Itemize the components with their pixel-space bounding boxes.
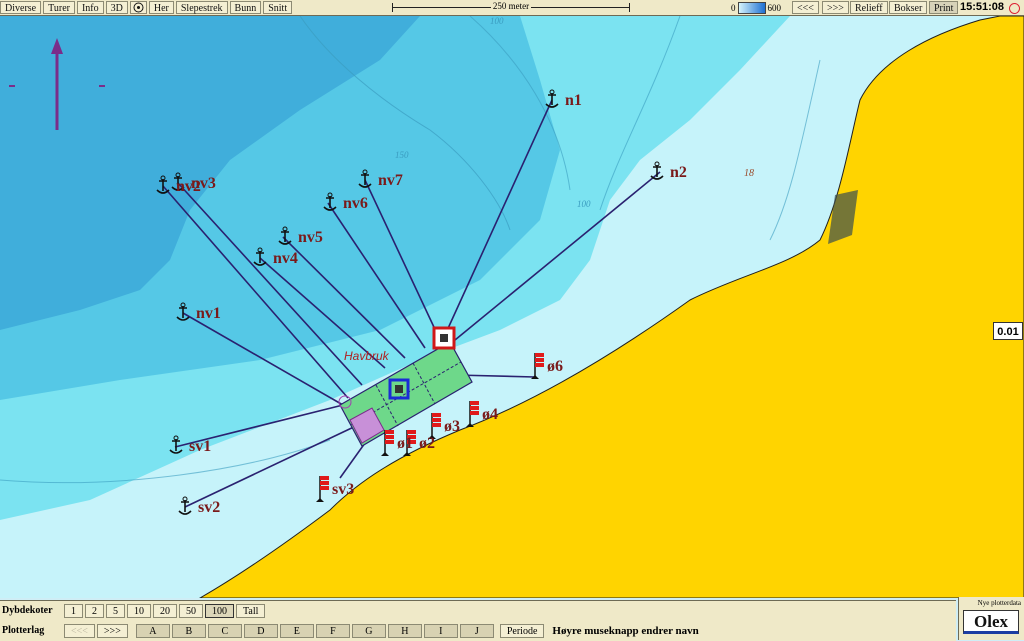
plotter-layer-button[interactable]: I [423, 623, 458, 638]
menu-turer[interactable]: Turer [43, 1, 75, 14]
dybdekote-option[interactable]: 5 [106, 603, 125, 618]
dybdekote-option[interactable]: Tall [236, 603, 266, 618]
plotterlag-prev-button[interactable]: <<< [64, 623, 95, 638]
menu-snitt[interactable]: Snitt [263, 1, 293, 14]
anchor-label: nv4 [273, 250, 298, 267]
nav-forward-button[interactable]: >>> [822, 1, 849, 14]
anchor-label: sv1 [189, 438, 211, 455]
chart-map[interactable]: n1n2nv7nv6nv5nv4nv3nv2nv1sv1sv2 ø6ø4ø3ø2… [0, 16, 1024, 598]
plotter-layer-button[interactable]: J [459, 623, 494, 638]
anchor-label: n2 [670, 164, 687, 181]
plotter-layer-button[interactable]: H [387, 623, 422, 638]
depth-label-150: 150 [395, 150, 409, 160]
menu-slepestrek[interactable]: Slepestrek [175, 1, 228, 14]
zoom-badge: 0.01 [993, 322, 1023, 340]
plotter-layer-button[interactable]: B [171, 623, 206, 638]
plotter-layer-button[interactable]: A [135, 623, 170, 638]
depth-legend: 0 600 [731, 1, 791, 14]
facility-label: Havbruk [344, 349, 390, 363]
buoy-label: ø2 [419, 435, 435, 452]
buoy-label: sv3 [332, 481, 354, 498]
plotterlag-next-button[interactable]: >>> [96, 623, 128, 638]
hint-text: Høyre museknapp endrer navn [552, 624, 699, 637]
plotter-layer-button[interactable]: E [279, 623, 314, 638]
depth-label-18: 18 [744, 168, 754, 179]
dybdekote-option[interactable]: 20 [153, 603, 177, 618]
periode-button[interactable]: Periode [499, 623, 545, 638]
buoy-label: ø1 [397, 435, 413, 452]
nav-back-button[interactable]: <<< [792, 1, 819, 14]
menu-diverse[interactable]: Diverse [0, 1, 42, 14]
dybdekoter-row: Dybdekoter 1 2 5 10 20 50 100 Tall [2, 602, 267, 619]
menu-her[interactable]: Her [148, 1, 174, 14]
anchor-label: sv2 [198, 499, 220, 516]
plotter-layer-button[interactable]: F [315, 623, 350, 638]
relieff-button[interactable]: Relieff [850, 1, 888, 14]
anchor-label: nv7 [378, 172, 403, 189]
menu-3d[interactable]: 3D [105, 1, 128, 14]
anchor-label: n1 [565, 92, 582, 109]
dybdekote-option[interactable]: 10 [127, 603, 151, 618]
depth-label-top: 100 [490, 16, 504, 26]
scale-label: 250 meter [490, 1, 532, 11]
dybdekote-option[interactable]: 1 [64, 603, 83, 618]
anchor-label: nv5 [298, 229, 323, 246]
plotter-layer-button[interactable]: G [351, 623, 386, 638]
print-button[interactable]: Print [929, 1, 959, 14]
marker-red-icon[interactable] [432, 326, 456, 350]
brand-panel: Nye plotterdata Olex [958, 597, 1024, 640]
anchor-label: nv2 [176, 178, 201, 195]
dybdekote-option[interactable]: 2 [85, 603, 104, 618]
plotterlag-row: Plotterlag <<< >>> ABCDEFGHIJ Periode Hø… [2, 622, 699, 639]
plotterlag-label: Plotterlag [2, 625, 45, 636]
dybdekote-option[interactable]: 50 [179, 603, 203, 618]
plotter-layer-button[interactable]: C [207, 623, 242, 638]
clock: 15:51:08 [959, 1, 1004, 13]
depth-min: 0 [731, 2, 736, 13]
anchor-label: nv1 [196, 305, 221, 322]
olex-logo[interactable]: Olex [963, 610, 1019, 634]
depth-label-100: 100 [577, 199, 591, 209]
buoy-label: ø4 [482, 406, 498, 423]
depth-max: 600 [767, 2, 782, 13]
anchor-label: nv6 [343, 195, 368, 212]
menu-info[interactable]: Info [76, 1, 104, 14]
scale-bar: 250 meter [392, 0, 630, 15]
new-data-label: Nye plotterdata [977, 599, 1021, 607]
plotter-layer-button[interactable]: D [243, 623, 278, 638]
menu-bunn[interactable]: Bunn [229, 1, 262, 14]
bottom-toolbar: Dybdekoter 1 2 5 10 20 50 100 Tall Plotterlag <… [0, 600, 956, 641]
sun-icon[interactable] [1009, 3, 1020, 14]
dybdekote-option[interactable]: 100 [205, 603, 234, 618]
dybdekoter-label: Dybdekoter [2, 605, 53, 616]
buoy-label: ø3 [444, 418, 460, 435]
buoy-label: ø6 [547, 358, 563, 375]
depth-gradient [737, 1, 766, 14]
top-menu-bar: Diverse Turer Info 3D Her Slepestrek Bun… [0, 0, 1024, 16]
target-icon[interactable] [129, 1, 147, 14]
bokser-button[interactable]: Bokser [889, 1, 928, 14]
